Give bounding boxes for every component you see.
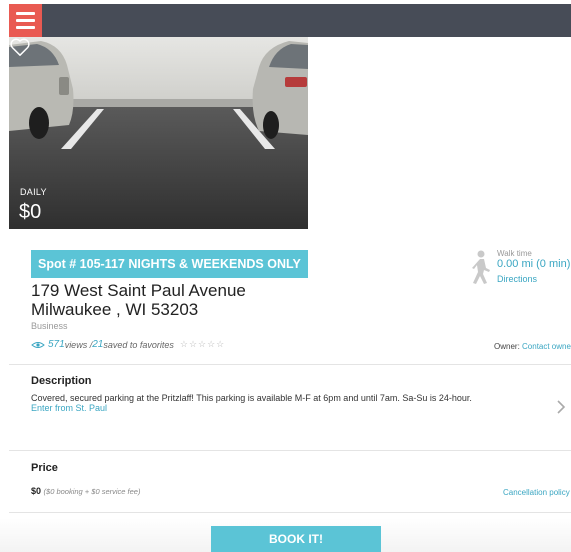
top-bar	[9, 4, 571, 37]
parking-spot-photo: DAILY $0	[9, 37, 308, 229]
divider	[9, 512, 571, 513]
walk-time-value: 0.00 mi (0 min)	[497, 258, 571, 270]
price-title: Price	[31, 462, 58, 474]
saved-count: 21	[92, 339, 104, 350]
eye-icon	[31, 341, 45, 348]
spot-category: Business	[31, 321, 68, 331]
hamburger-menu-icon[interactable]	[9, 4, 42, 37]
heart-outline-icon[interactable]	[9, 37, 31, 57]
divider	[9, 450, 571, 451]
owner-info: Owner: Contact owner	[494, 342, 571, 351]
walk-time-label: Walk time	[497, 249, 532, 258]
cancellation-policy-link[interactable]: Cancellation policy	[503, 488, 570, 497]
rate-period-label: DAILY	[20, 187, 47, 197]
saved-label: saved to favorites	[103, 339, 174, 350]
owner-label: Owner:	[494, 342, 523, 351]
price-amount: $0	[31, 486, 42, 496]
divider	[9, 364, 571, 365]
views-count: 571	[48, 339, 65, 350]
address-line-2: Milwaukee , WI 53203	[31, 300, 199, 319]
star-rating: ☆☆☆☆☆	[179, 339, 226, 349]
walking-person-icon	[472, 250, 490, 284]
spot-address: 179 West Saint Paul Avenue Milwaukee , W…	[31, 281, 246, 319]
description-title: Description	[31, 375, 92, 387]
contact-owner-link[interactable]: Contact owner	[522, 342, 571, 351]
entrance-note-link[interactable]: Enter from St. Paul	[31, 403, 107, 413]
chevron-right-icon[interactable]	[556, 399, 566, 415]
rate-price: $0	[19, 201, 42, 223]
spot-badge: Spot # 105-117 NIGHTS & WEEKENDS ONLY	[31, 250, 308, 278]
directions-link[interactable]: Directions	[497, 274, 537, 284]
listing-stats: 571 views / 21 saved to favorites ☆☆☆☆☆	[31, 339, 225, 350]
price-breakdown: ($0 booking + $0 service fee)	[43, 487, 141, 496]
price-line: $0 ($0 booking + $0 service fee)	[31, 486, 140, 496]
views-label: views /	[64, 339, 93, 350]
book-it-button[interactable]: BOOK IT!	[211, 526, 381, 552]
address-line-1: 179 West Saint Paul Avenue	[31, 281, 246, 300]
